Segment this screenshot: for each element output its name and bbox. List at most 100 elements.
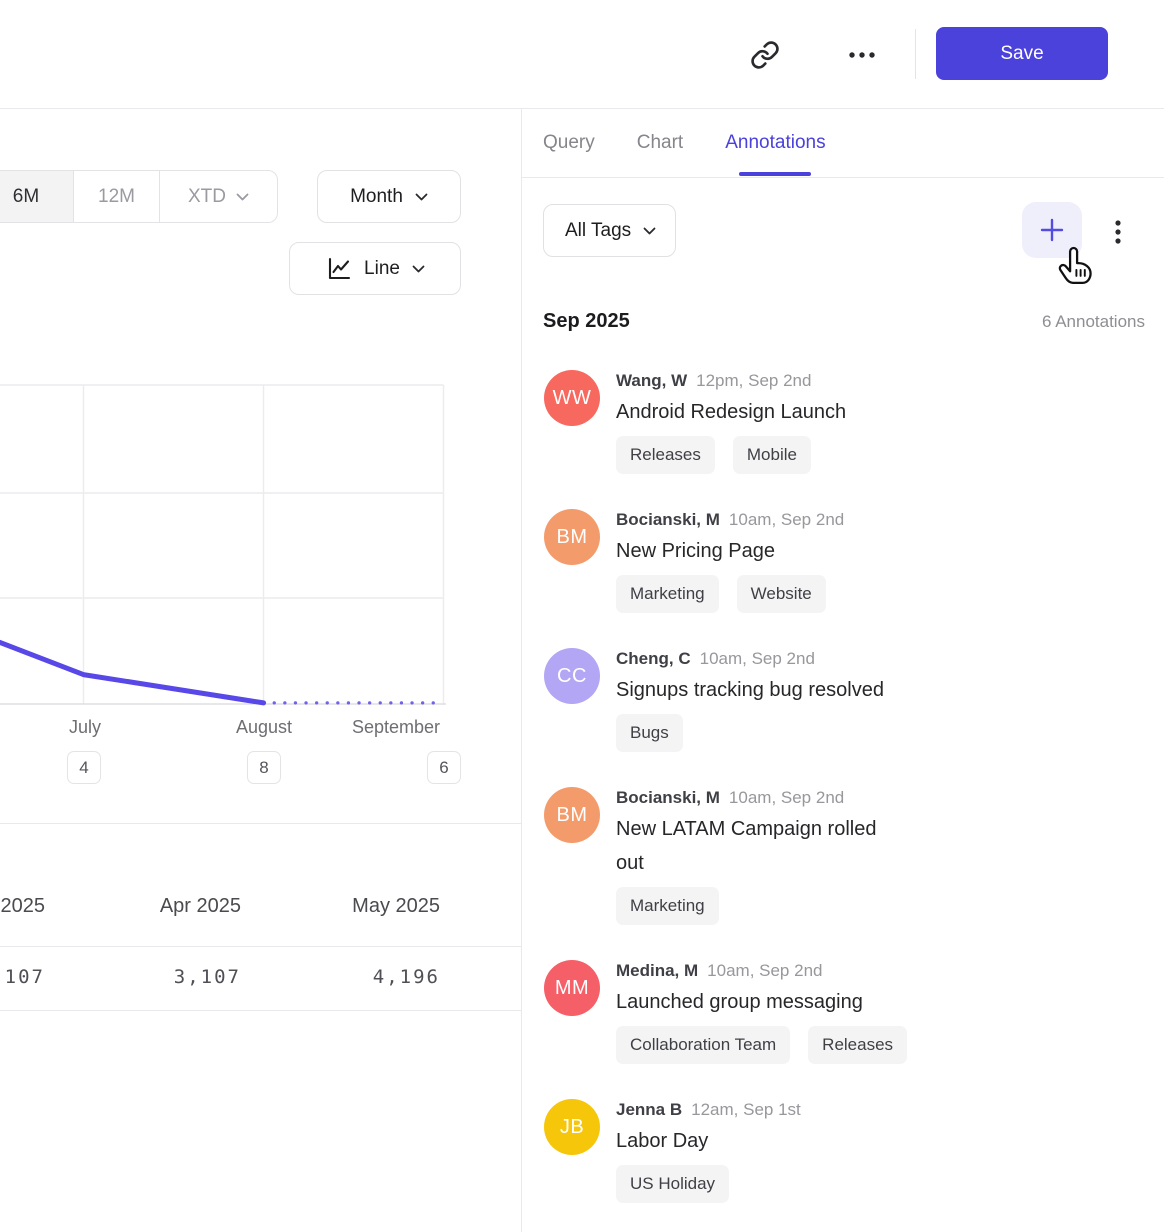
annotation-count-badge-august[interactable]: 8 bbox=[247, 751, 281, 784]
chart-type-dropdown[interactable]: Line bbox=[289, 242, 461, 295]
annotation-timestamp: 10am, Sep 2nd bbox=[707, 960, 822, 982]
top-header: Save bbox=[0, 0, 1164, 109]
annotation-meta: Wang, W 12pm, Sep 2nd bbox=[616, 370, 846, 392]
annotation-item[interactable]: CC Cheng, C 10am, Sep 2nd Signups tracki… bbox=[544, 648, 1145, 752]
table-top-border bbox=[0, 823, 521, 824]
annotation-tags: Marketing Website bbox=[616, 575, 844, 613]
plus-icon bbox=[1039, 217, 1065, 243]
annotation-item[interactable]: JB Jenna B 12am, Sep 1st Labor Day US Ho… bbox=[544, 1099, 1145, 1203]
add-annotation-button[interactable] bbox=[1022, 202, 1082, 258]
annotation-tags: Collaboration Team Releases bbox=[616, 1026, 907, 1064]
annotation-meta: Cheng, C 10am, Sep 2nd bbox=[616, 648, 884, 670]
annotation-author: Medina, M bbox=[616, 960, 698, 982]
annotation-title: Signups tracking bug resolved bbox=[616, 673, 884, 707]
copy-link-button[interactable] bbox=[748, 38, 782, 72]
chevron-down-icon bbox=[643, 227, 656, 235]
annotation-tag[interactable]: Collaboration Team bbox=[616, 1026, 790, 1064]
link-icon bbox=[750, 40, 780, 70]
panel-tabs: Query Chart Annotations bbox=[522, 109, 1164, 178]
annotation-tag[interactable]: Releases bbox=[616, 436, 715, 474]
x-axis-label-july: July bbox=[15, 717, 155, 738]
tab-chart[interactable]: Chart bbox=[637, 109, 683, 177]
table-header-border bbox=[0, 946, 521, 947]
avatar: WW bbox=[544, 370, 600, 426]
annotation-body: Medina, M 10am, Sep 2nd Launched group m… bbox=[616, 960, 907, 1064]
tab-annotations[interactable]: Annotations bbox=[725, 109, 825, 177]
granularity-label: Month bbox=[350, 186, 403, 208]
annotation-author: Bocianski, M bbox=[616, 509, 720, 531]
annotation-item[interactable]: BM Bocianski, M 10am, Sep 2nd New Pricin… bbox=[544, 509, 1145, 613]
annotation-meta: Bocianski, M 10am, Sep 2nd bbox=[616, 787, 876, 809]
annotation-tags: Releases Mobile bbox=[616, 436, 846, 474]
annotation-title: Labor Day bbox=[616, 1124, 801, 1158]
annotation-author: Cheng, C bbox=[616, 648, 691, 670]
annotation-tag[interactable]: Mobile bbox=[733, 436, 811, 474]
range-button-xtd[interactable]: XTD bbox=[160, 171, 277, 222]
annotation-author: Bocianski, M bbox=[616, 787, 720, 809]
annotation-item[interactable]: MM Medina, M 10am, Sep 2nd Launched grou… bbox=[544, 960, 1145, 1064]
chart-gridlines bbox=[0, 385, 444, 704]
granularity-dropdown[interactable]: Month bbox=[317, 170, 461, 223]
annotation-count-badge-september[interactable]: 6 bbox=[427, 751, 461, 784]
range-button-6m[interactable]: 6M bbox=[0, 171, 74, 222]
annotation-tags: Bugs bbox=[616, 714, 884, 752]
tag-filter-dropdown[interactable]: All Tags bbox=[543, 204, 676, 257]
annotation-count-badge-july[interactable]: 4 bbox=[67, 751, 101, 784]
annotation-meta: Jenna B 12am, Sep 1st bbox=[616, 1099, 801, 1121]
tag-filter-label: All Tags bbox=[565, 220, 631, 242]
annotation-body: Cheng, C 10am, Sep 2nd Signups tracking … bbox=[616, 648, 884, 752]
chart-panel: 6M 12M XTD Month Line bbox=[0, 109, 521, 1232]
annotation-body: Bocianski, M 10am, Sep 2nd New Pricing P… bbox=[616, 509, 844, 613]
table-value-apr: 3,107 bbox=[41, 966, 241, 988]
chevron-down-icon bbox=[412, 265, 425, 273]
annotation-title: Android Redesign Launch bbox=[616, 395, 846, 429]
annotation-tag[interactable]: Bugs bbox=[616, 714, 683, 752]
annotation-author: Jenna B bbox=[616, 1099, 682, 1121]
avatar: BM bbox=[544, 787, 600, 843]
annotation-timestamp: 10am, Sep 2nd bbox=[700, 648, 815, 670]
date-range-group: 6M 12M XTD bbox=[0, 170, 278, 223]
table-header-apr: Apr 2025 bbox=[41, 895, 241, 918]
annotation-tag[interactable]: Releases bbox=[808, 1026, 907, 1064]
avatar: CC bbox=[544, 648, 600, 704]
x-axis-label-august: August bbox=[194, 717, 334, 738]
tab-query[interactable]: Query bbox=[543, 109, 595, 177]
kebab-icon bbox=[1114, 219, 1122, 245]
group-annotation-count: 6 Annotations bbox=[1042, 312, 1145, 332]
annotation-tags: US Holiday bbox=[616, 1165, 801, 1203]
table-value-mar: 107 bbox=[0, 966, 45, 988]
annotation-timestamp: 10am, Sep 2nd bbox=[729, 509, 844, 531]
range-button-12m[interactable]: 12M bbox=[74, 171, 160, 222]
annotation-item[interactable]: BM Bocianski, M 10am, Sep 2nd New LATAM … bbox=[544, 787, 1145, 925]
avatar: MM bbox=[544, 960, 600, 1016]
annotation-item[interactable]: WW Wang, W 12pm, Sep 2nd Android Redesig… bbox=[544, 370, 1145, 474]
annotation-body: Bocianski, M 10am, Sep 2nd New LATAM Cam… bbox=[616, 787, 876, 925]
header-divider bbox=[915, 29, 916, 79]
annotation-tag[interactable]: US Holiday bbox=[616, 1165, 729, 1203]
avatar: JB bbox=[544, 1099, 600, 1155]
annotation-meta: Medina, M 10am, Sep 2nd bbox=[616, 960, 907, 982]
annotation-timestamp: 12pm, Sep 2nd bbox=[696, 370, 811, 392]
range-button-xtd-label: XTD bbox=[188, 186, 226, 208]
more-options-button[interactable] bbox=[840, 40, 884, 70]
annotation-title: New LATAM Campaign rolled out bbox=[616, 812, 876, 880]
annotation-body: Wang, W 12pm, Sep 2nd Android Redesign L… bbox=[616, 370, 846, 474]
annotation-tag[interactable]: Marketing bbox=[616, 575, 719, 613]
line-chart-icon bbox=[325, 255, 352, 282]
chevron-down-icon bbox=[236, 193, 249, 201]
annotations-menu-button[interactable] bbox=[1105, 211, 1131, 253]
annotations-panel: Query Chart Annotations All Tags bbox=[521, 109, 1164, 1232]
ellipsis-icon bbox=[847, 50, 877, 60]
line-chart bbox=[0, 380, 521, 715]
annotation-list: WW Wang, W 12pm, Sep 2nd Android Redesig… bbox=[544, 370, 1145, 1203]
annotation-tag[interactable]: Marketing bbox=[616, 887, 719, 925]
annotation-author: Wang, W bbox=[616, 370, 687, 392]
annotation-group-header: Sep 2025 6 Annotations bbox=[543, 310, 1145, 333]
annotation-tags: Marketing bbox=[616, 887, 876, 925]
annotation-body: Jenna B 12am, Sep 1st Labor Day US Holid… bbox=[616, 1099, 801, 1203]
annotation-tag[interactable]: Website bbox=[737, 575, 826, 613]
table-header-mar: 2025 bbox=[0, 895, 45, 918]
annotation-timestamp: 12am, Sep 1st bbox=[691, 1099, 801, 1121]
save-button[interactable]: Save bbox=[936, 27, 1108, 80]
annotation-meta: Bocianski, M 10am, Sep 2nd bbox=[616, 509, 844, 531]
